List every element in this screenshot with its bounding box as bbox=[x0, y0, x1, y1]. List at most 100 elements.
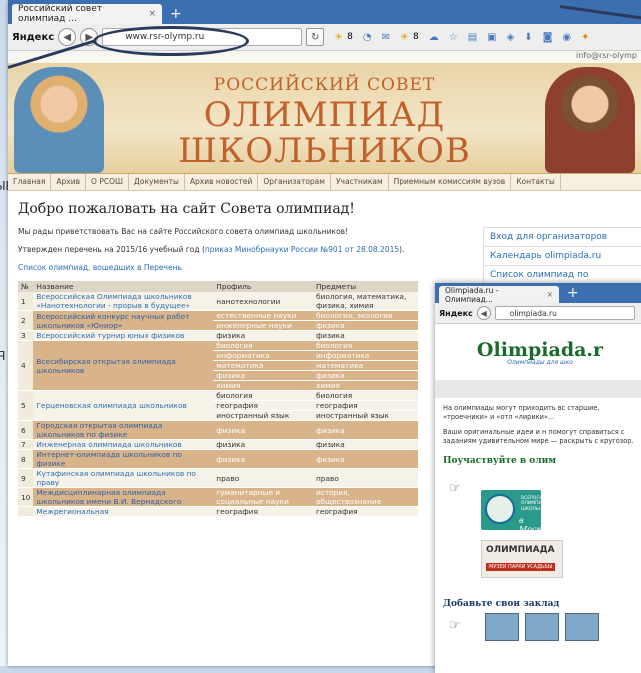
olympiad-table: № Название Профиль Предметы 1 Всероссийск… bbox=[18, 281, 418, 517]
sidebar-item-calendar[interactable]: Календарь olimpiada.ru bbox=[483, 246, 641, 265]
new-tab-icon-2[interactable]: + bbox=[567, 285, 579, 301]
col-name: Название bbox=[33, 281, 214, 292]
pocket-icon[interactable]: ◈ bbox=[507, 32, 515, 43]
participate-heading: Поучаствуйте в олим bbox=[443, 455, 557, 466]
subject-cell: история, обществознание bbox=[312, 487, 418, 507]
vsosh-banner-text: ВСЕРОССИЙСКАЯ ОЛИМПИАДА ШКОЛЬНИКОВ bbox=[521, 496, 562, 512]
menu-item-archive[interactable]: Архив bbox=[51, 174, 87, 190]
banner-line-3: ШКОЛЬНИКОВ bbox=[178, 131, 471, 171]
menu-item-contacts[interactable]: Контакты bbox=[511, 174, 561, 190]
row-number: 2 bbox=[18, 310, 34, 331]
address-bar-2[interactable]: olimpiada.ru bbox=[494, 306, 635, 320]
sidebar-item-list[interactable]: Список олимпиад по bbox=[483, 265, 641, 284]
profile-cell: биология bbox=[213, 340, 313, 351]
close-icon-2[interactable]: × bbox=[547, 290, 553, 299]
profile-cell: физика bbox=[213, 439, 313, 450]
olympiad-list-link[interactable]: Список олимпиад, вошедших в Перечень bbox=[18, 263, 182, 272]
slide-fragment-2: Я bbox=[0, 348, 6, 363]
banner-line-2: ОЛИМПИАД bbox=[203, 95, 446, 135]
olympiad-name-link[interactable]: Герценовская олимпиада школьников bbox=[33, 390, 214, 421]
new-tab-icon[interactable]: + bbox=[170, 6, 182, 22]
profile-cell: право bbox=[213, 468, 313, 488]
tab-bar-2: Olimpiada.ru - Олимпиад... × + bbox=[435, 283, 641, 304]
approved-suffix: ). bbox=[399, 245, 405, 254]
weather-value: 8 bbox=[347, 32, 353, 42]
back-icon-2[interactable]: ◀ bbox=[476, 306, 491, 320]
olympiad-name-link[interactable]: Инженерная олимпиада школьников bbox=[33, 439, 214, 450]
museum-olympiad-banner[interactable]: ОЛИМПИАДА МУЗЕИ ПАРКИ УСАДЬБЫ bbox=[481, 540, 563, 578]
row-number: 8 bbox=[18, 449, 34, 469]
site-banner: РОССИЙСКИЙ СОВЕТ ОЛИМПИАД ШКОЛЬНИКОВ bbox=[8, 63, 641, 174]
cloud-icon[interactable]: ☁ bbox=[429, 32, 439, 43]
tab-olimpiada[interactable]: Olimpiada.ru - Олимпиад... × bbox=[439, 285, 559, 304]
menu-item-about[interactable]: О РСОШ bbox=[86, 174, 130, 190]
chat-icon[interactable]: ◉ bbox=[562, 32, 571, 43]
museum-banner-title: ОЛИМПИАДА bbox=[486, 545, 555, 555]
order-link[interactable]: приказ Минобрнауки России №901 от 28.08.… bbox=[205, 245, 399, 254]
subject-cell: физика bbox=[312, 449, 418, 469]
table-row: 8 Интернет-олимпиада школьников по физике… bbox=[18, 449, 418, 469]
olympiad-name-link[interactable]: Всероссийский турнир юных физиков bbox=[33, 330, 214, 341]
menu-item-news-archive[interactable]: Архив новостей bbox=[185, 174, 259, 190]
sidebar-item-login[interactable]: Вход для организаторов bbox=[483, 227, 641, 246]
profile-cell: естественные науки bbox=[213, 310, 313, 321]
bookmark-thumb-3[interactable] bbox=[565, 613, 599, 641]
olympiad-name-link[interactable]: Всесибирская открытая олимпиада школьник… bbox=[33, 340, 214, 391]
profile-cell: физика bbox=[213, 449, 313, 469]
olympiad-name-link[interactable]: Интернет-олимпиада школьников по физике bbox=[33, 449, 214, 469]
olympiad-name-link[interactable]: Всероссийская Олимпиада школьников «Нано… bbox=[33, 292, 214, 311]
tab-title: Российский совет олимпиад ... bbox=[18, 4, 103, 24]
bookmark-thumb-1[interactable] bbox=[485, 613, 519, 641]
ie-icon[interactable]: ◔ bbox=[363, 32, 372, 43]
table-row: 7 Инженерная олимпиада школьников физика фи… bbox=[18, 439, 418, 450]
museum-banner-sub: МУЗЕИ ПАРКИ УСАДЬБЫ bbox=[486, 563, 556, 571]
olympiad-name-link[interactable]: Всероссийский конкурс научных работ школ… bbox=[33, 310, 214, 331]
weather-icon-2[interactable]: ☀ bbox=[400, 32, 409, 43]
reader-icon[interactable]: ▣ bbox=[487, 32, 496, 43]
yandex-logo[interactable]: Яндекс bbox=[12, 32, 54, 43]
olympiad-name-link[interactable]: Междисциплинарная олимпиада школьников и… bbox=[33, 487, 214, 507]
olympiad-name-link[interactable]: Кутафинская олимпиада школьников по прав… bbox=[33, 468, 214, 488]
table-row: Межрегиональная география география bbox=[18, 506, 418, 517]
bookmarks-heading: Добавьте свои заклад bbox=[443, 599, 560, 609]
olympiad-name-link[interactable]: Межрегиональная bbox=[33, 506, 214, 517]
bookmarks-icon[interactable]: ▤ bbox=[468, 32, 477, 43]
tab-title-2: Olimpiada.ru - Олимпиад... bbox=[445, 285, 499, 304]
email-line: info@rsr-olymp bbox=[8, 51, 641, 63]
banner-line-1: РОССИЙСКИЙ СОВЕТ bbox=[213, 75, 436, 95]
row-number: 1 bbox=[18, 292, 34, 311]
mail-icon[interactable]: ✉ bbox=[382, 32, 390, 43]
download-icon[interactable]: ⬇ bbox=[524, 32, 532, 43]
vsosh-banner[interactable]: ВСЕРОССИЙСКАЯ ОЛИМПИАДА ШКОЛЬНИКОВ в Мос… bbox=[481, 490, 562, 534]
extension-icon[interactable]: ✦ bbox=[581, 32, 589, 43]
back-icon[interactable]: ◀ bbox=[58, 28, 77, 46]
table-row: 2 Всероссийский конкурс научных работ шко… bbox=[18, 310, 418, 331]
subject-cell: химия bbox=[312, 380, 418, 391]
menu-item-admissions[interactable]: Приемным комиссиям вузов bbox=[389, 174, 512, 190]
menu-item-documents[interactable]: Документы bbox=[129, 174, 185, 190]
subject-cell: биология, математика, физика, химия bbox=[312, 292, 418, 311]
screenshot-icon[interactable]: ◙ bbox=[543, 32, 553, 43]
table-row: 9 Кутафинская олимпиада школьников по пра… bbox=[18, 468, 418, 488]
profile-cell: иностранный язык bbox=[213, 410, 313, 421]
olimpiada-logo[interactable]: Olimpiada.r Олимпиады для шко bbox=[435, 324, 641, 380]
subject-cell: математика bbox=[312, 360, 418, 371]
reload-icon[interactable]: ↻ bbox=[306, 28, 325, 46]
star-icon[interactable]: ☆ bbox=[449, 32, 458, 43]
yandex-logo-2[interactable]: Яндекс bbox=[439, 309, 473, 318]
subject-cell: информатика bbox=[312, 350, 418, 361]
close-icon[interactable]: × bbox=[148, 9, 156, 19]
subject-cell: физика bbox=[312, 420, 418, 440]
weather-icon[interactable]: ☀ bbox=[334, 32, 343, 43]
table-row: 1 Всероссийская Олимпиада школьников «Нан… bbox=[18, 292, 418, 311]
menu-item-participants[interactable]: Участникам bbox=[331, 174, 389, 190]
bookmark-thumb-2[interactable] bbox=[525, 613, 559, 641]
row-number: 3 bbox=[18, 330, 34, 341]
menu-item-home[interactable]: Главная bbox=[8, 174, 52, 190]
subject-cell: физика bbox=[312, 370, 418, 381]
olympiad-name-link[interactable]: Городская открытая олимпиада школьников … bbox=[33, 420, 214, 440]
approved-prefix: Утвержден перечень на 2015/16 учебный го… bbox=[18, 245, 205, 254]
menu-item-organizers[interactable]: Организаторам bbox=[258, 174, 331, 190]
subject-cell: иностранный язык bbox=[312, 410, 418, 421]
tab-rsr[interactable]: Российский совет олимпиад ... × bbox=[12, 4, 162, 24]
